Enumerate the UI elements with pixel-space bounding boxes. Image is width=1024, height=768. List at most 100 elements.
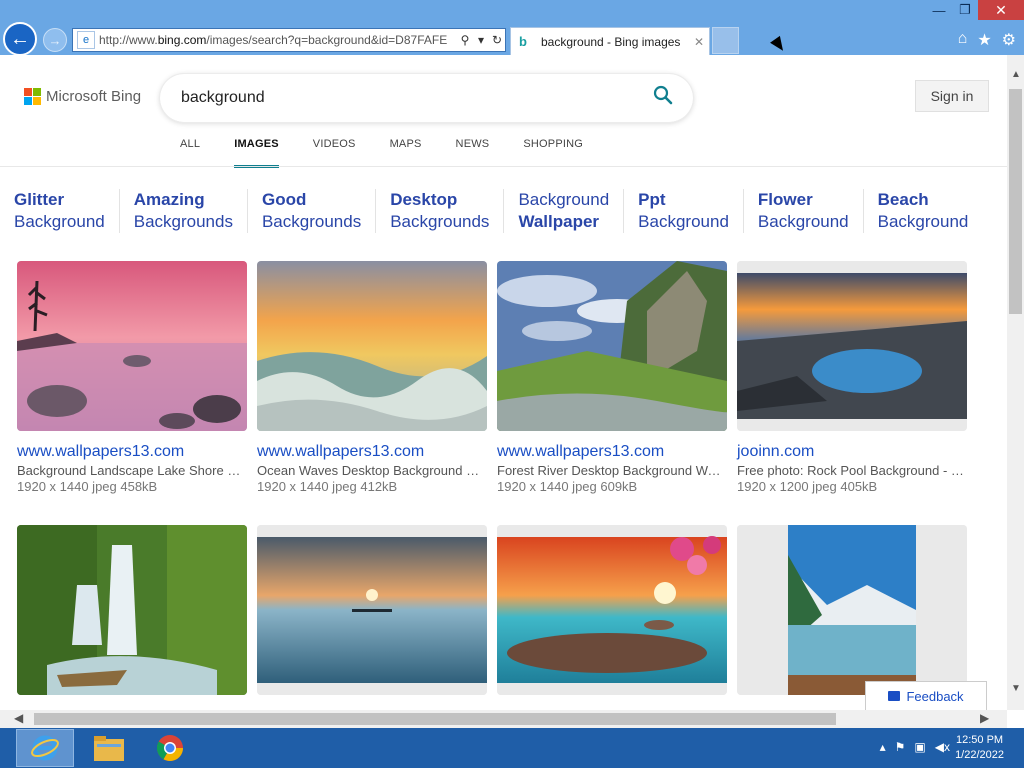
vertical-scrollbar[interactable]: ▲ ▼ xyxy=(1007,55,1024,710)
related-search-line1: Glitter xyxy=(14,190,65,209)
arrow-right-icon: → xyxy=(48,32,62,48)
chrome-icon xyxy=(156,735,184,762)
search-icon[interactable] xyxy=(653,85,693,111)
related-search-item[interactable]: Glitter Background xyxy=(0,189,119,233)
tab-all[interactable]: ALL xyxy=(180,138,200,168)
result-thumbnail[interactable] xyxy=(497,261,727,431)
related-search-line1: Desktop xyxy=(390,190,458,209)
related-search-item[interactable]: Amazing Backgrounds xyxy=(118,189,247,233)
tab-news[interactable]: NEWS xyxy=(456,138,490,168)
taskbar-file-explorer[interactable] xyxy=(80,729,138,767)
clock-time: 12:50 PM xyxy=(955,734,1004,746)
image-result-card[interactable]: www.wallpapers13.com Forest River Deskto… xyxy=(497,261,727,494)
related-search-line2: Backgrounds xyxy=(390,212,490,231)
scroll-up-icon[interactable]: ▲ xyxy=(1011,69,1021,80)
search-input[interactable]: background xyxy=(181,89,653,107)
scope-tabs: ALL IMAGES VIDEOS MAPS NEWS SHOPPING xyxy=(180,138,617,168)
related-search-line1: Good xyxy=(261,190,307,209)
search-icon[interactable]: ⚲ xyxy=(457,33,473,47)
result-thumbnail[interactable] xyxy=(257,261,487,431)
related-search-line1: Beach xyxy=(877,190,929,209)
home-icon[interactable]: ⌂ xyxy=(958,30,968,50)
result-thumbnail[interactable] xyxy=(17,261,247,431)
tab-images[interactable]: IMAGES xyxy=(234,138,279,168)
tab-shopping[interactable]: SHOPPING xyxy=(523,138,583,168)
flag-icon[interactable]: ⚑ xyxy=(895,740,906,754)
favorites-icon[interactable]: ★ xyxy=(977,30,991,50)
image-result-card[interactable] xyxy=(17,525,247,707)
image-result-card[interactable]: jooinn.com Free photo: Rock Pool Backgro… xyxy=(737,261,967,494)
gear-icon[interactable]: ⚙ xyxy=(1002,30,1016,50)
related-search-item[interactable]: Background Wallpaper xyxy=(503,189,623,233)
microsoft-logo-icon xyxy=(24,88,41,105)
image-result-card[interactable] xyxy=(257,525,487,707)
result-description: Forest River Desktop Background Wallpape… xyxy=(497,463,725,478)
network-icon[interactable]: ▣ xyxy=(914,740,925,754)
browser-toolbar: — ❐ ✕ ← → e http://www.bing.com/images/s… xyxy=(0,0,1024,56)
forward-button[interactable]: → xyxy=(43,28,67,52)
related-search-item[interactable]: Beach Background xyxy=(862,189,983,233)
vertical-scroll-thumb[interactable] xyxy=(1009,89,1022,314)
feedback-button[interactable]: Feedback xyxy=(865,681,987,710)
system-clock[interactable]: 12:50 PM 1/22/2022 xyxy=(955,733,1004,763)
taskbar-internet-explorer[interactable] xyxy=(16,729,74,767)
taskbar-chrome[interactable] xyxy=(141,729,199,767)
image-result-card[interactable]: www.wallpapers13.com Background Landscap… xyxy=(17,261,247,494)
dropdown-icon[interactable]: ▾ xyxy=(473,33,489,47)
new-tab-button[interactable] xyxy=(712,27,739,54)
tab-videos[interactable]: VIDEOS xyxy=(313,138,356,168)
close-button[interactable]: ✕ xyxy=(978,0,1024,20)
scroll-right-icon[interactable]: ▶ xyxy=(980,711,989,725)
tab-bing-images[interactable]: b background - Bing images ✕ xyxy=(510,27,710,55)
url-text[interactable]: http://www.bing.com/images/search?q=back… xyxy=(99,33,457,47)
result-source[interactable]: www.wallpapers13.com xyxy=(497,443,727,461)
restore-button[interactable]: ❐ xyxy=(952,0,978,20)
result-thumbnail[interactable] xyxy=(257,525,487,695)
horizontal-scrollbar[interactable]: ◀ ▶ xyxy=(0,710,1007,728)
related-search-line1: Flower xyxy=(757,190,813,209)
result-source[interactable]: www.wallpapers13.com xyxy=(257,443,487,461)
tab-title: background - Bing images xyxy=(541,34,681,49)
result-source[interactable]: jooinn.com xyxy=(737,443,967,461)
image-result-card[interactable] xyxy=(737,525,967,707)
related-search-line2: Background xyxy=(14,212,105,231)
horizontal-scroll-thumb[interactable] xyxy=(34,713,836,725)
feedback-icon xyxy=(888,691,901,701)
result-description: Free photo: Rock Pool Background - Lands… xyxy=(737,463,965,478)
scroll-down-icon[interactable]: ▼ xyxy=(1011,683,1021,694)
result-thumbnail[interactable] xyxy=(737,261,967,431)
related-search-item[interactable]: Ppt Background xyxy=(623,189,743,233)
related-searches: Glitter Background Amazing Backgrounds Goo… xyxy=(0,189,982,233)
related-search-item[interactable]: Good Backgrounds xyxy=(246,189,375,233)
related-search-line2: Backgrounds xyxy=(133,212,233,231)
minimize-button[interactable]: — xyxy=(926,0,952,20)
header-divider xyxy=(0,166,1007,167)
image-result-card[interactable] xyxy=(497,525,727,707)
back-button[interactable]: ← xyxy=(3,22,37,56)
show-hidden-icons[interactable]: ▴ xyxy=(880,740,886,754)
image-result-card[interactable]: www.wallpapers13.com Ocean Waves Desktop… xyxy=(257,261,487,494)
volume-icon[interactable]: ◀x xyxy=(935,740,950,754)
close-tab-icon[interactable]: ✕ xyxy=(689,35,709,49)
result-thumbnail[interactable] xyxy=(17,525,247,695)
related-search-item[interactable]: Desktop Backgrounds xyxy=(375,189,503,233)
related-search-line2: Wallpaper xyxy=(518,212,600,231)
bing-logo[interactable]: Microsoft Bing xyxy=(24,88,141,105)
scroll-left-icon[interactable]: ◀ xyxy=(14,711,23,725)
result-thumbnail[interactable] xyxy=(737,525,967,695)
related-search-line2: Background xyxy=(638,212,729,231)
refresh-icon[interactable]: ↻ xyxy=(489,33,505,47)
result-source[interactable]: www.wallpapers13.com xyxy=(17,443,247,461)
result-meta: 1920 x 1440 jpeg 609kB xyxy=(497,479,638,494)
url-domain: bing.com xyxy=(157,33,207,47)
tab-maps[interactable]: MAPS xyxy=(390,138,422,168)
related-search-item[interactable]: Flower Background xyxy=(742,189,863,233)
result-thumbnail[interactable] xyxy=(497,525,727,695)
related-search-line2: Backgrounds xyxy=(261,212,362,231)
feedback-label: Feedback xyxy=(906,688,964,704)
related-search-line2: Background xyxy=(877,212,969,231)
search-box[interactable]: background xyxy=(160,74,693,122)
sign-in-button[interactable]: Sign in xyxy=(915,80,989,112)
address-bar[interactable]: e http://www.bing.com/images/search?q=ba… xyxy=(72,28,506,52)
result-meta: 1920 x 1440 jpeg 458kB xyxy=(17,479,158,494)
